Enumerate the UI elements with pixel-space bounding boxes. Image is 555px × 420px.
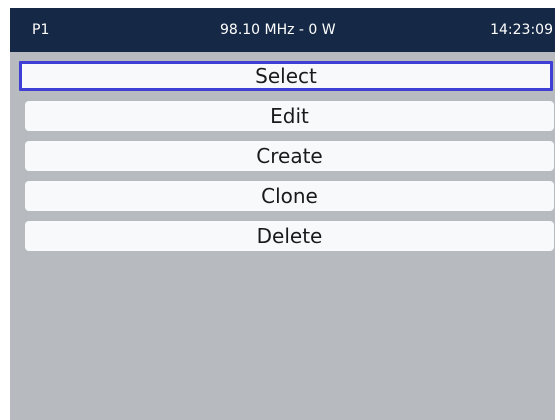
menu-item-edit[interactable]: Edit <box>25 101 554 131</box>
menu-panel: Select Edit Create Clone Delete <box>10 52 555 420</box>
menu-item-label: Edit <box>270 104 309 128</box>
menu-item-label: Delete <box>256 224 323 248</box>
menu-item-select[interactable]: Select <box>19 61 553 91</box>
device-screen: P1 98.10 MHz - 0 W 14:23:09 Select Edit … <box>0 0 555 420</box>
clock: 14:23:09 <box>490 22 553 38</box>
menu-item-delete[interactable]: Delete <box>25 221 554 251</box>
menu-item-label: Clone <box>261 184 318 208</box>
menu-item-label: Select <box>255 64 317 88</box>
frequency-power-readout: 98.10 MHz - 0 W <box>220 22 336 38</box>
menu-item-clone[interactable]: Clone <box>25 181 554 211</box>
preset-label: P1 <box>32 22 50 38</box>
menu-item-create[interactable]: Create <box>25 141 554 171</box>
menu-item-label: Create <box>256 144 323 168</box>
menu-list: Select Edit Create Clone Delete <box>19 61 554 261</box>
status-bar: P1 98.10 MHz - 0 W 14:23:09 <box>10 8 555 52</box>
